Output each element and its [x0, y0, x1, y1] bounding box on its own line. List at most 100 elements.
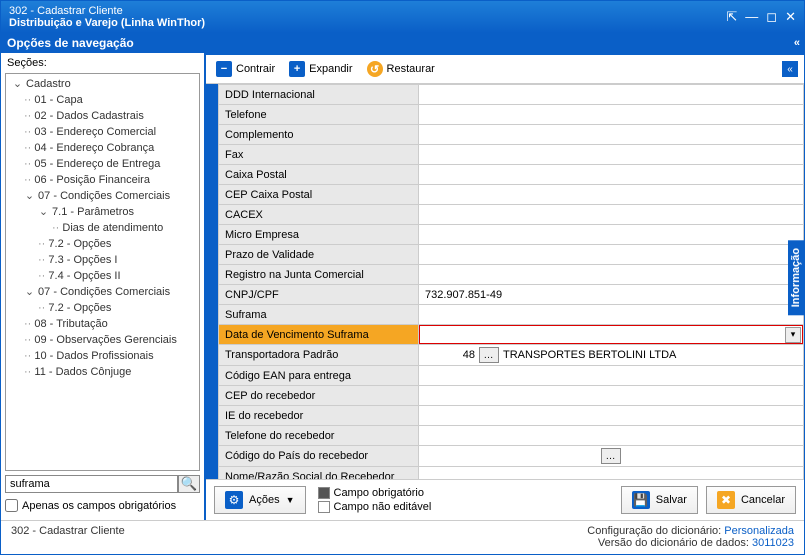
tree-item[interactable]: ·· 04 - Endereço Cobrança [10, 140, 195, 156]
field-value[interactable] [419, 406, 804, 426]
tree-item[interactable]: ·· 05 - Endereço de Entrega [10, 156, 195, 172]
field-value[interactable]: 732.907.851-49 [419, 285, 804, 305]
tree-item[interactable]: ·· 7.2 - Opções [10, 300, 195, 316]
field-value[interactable] [419, 305, 804, 325]
field-value[interactable] [419, 85, 804, 105]
tree-item[interactable]: ·· 08 - Tributação [10, 316, 195, 332]
field-label: Prazo de Validade [219, 245, 419, 265]
field-value[interactable] [419, 105, 804, 125]
field-value[interactable] [419, 245, 804, 265]
field-label: CACEX [219, 205, 419, 225]
grid-row[interactable]: Nome/Razão Social do Recebedor [219, 467, 804, 480]
cancel-icon: ✖ [717, 491, 735, 509]
dict-config-link[interactable]: Personalizada [724, 525, 794, 537]
grid-row[interactable]: Complemento [219, 125, 804, 145]
grid-row[interactable]: Código EAN para entrega [219, 366, 804, 386]
grid-row[interactable]: CEP do recebedor [219, 386, 804, 406]
titlebar: 302 - Cadastrar Cliente Distribuição e V… [1, 1, 804, 33]
tree-item[interactable]: ·· Dias de atendimento [10, 220, 195, 236]
field-value[interactable] [419, 426, 804, 446]
search-button[interactable]: 🔍 [178, 475, 200, 493]
grid-row[interactable]: IE do recebedor [219, 406, 804, 426]
grid-row[interactable]: Telefone [219, 105, 804, 125]
tree-item[interactable]: ·· 06 - Posição Financeira [10, 172, 195, 188]
field-value[interactable] [419, 185, 804, 205]
restaurar-button[interactable]: ↺Restaurar [363, 59, 439, 79]
only-mandatory-checkbox[interactable] [5, 499, 18, 512]
collapse-nav-icon[interactable]: « [794, 37, 798, 49]
plus-icon: + [289, 61, 305, 77]
field-value[interactable] [419, 467, 804, 480]
field-value[interactable] [419, 386, 804, 406]
field-value[interactable] [419, 125, 804, 145]
tree-item[interactable]: ·· 10 - Dados Profissionais [10, 348, 195, 364]
grid-row[interactable]: Telefone do recebedor [219, 426, 804, 446]
search-icon: 🔍 [181, 476, 198, 492]
tree-item[interactable]: ⌄ 7.1 - Parâmetros [10, 204, 195, 220]
grid-row[interactable]: Suframa [219, 305, 804, 325]
expandir-button[interactable]: +Expandir [285, 59, 356, 79]
tree-item[interactable]: ·· 02 - Dados Cadastrais [10, 108, 195, 124]
field-value[interactable] [419, 165, 804, 185]
field-label: Registro na Junta Comercial [219, 265, 419, 285]
grid-scroll[interactable]: DDD InternacionalTelefoneComplementoFaxC… [206, 84, 804, 479]
field-value[interactable]: ▾ [419, 325, 804, 345]
grid-row[interactable]: CNPJ/CPF732.907.851-49 [219, 285, 804, 305]
field-value[interactable] [419, 225, 804, 245]
nav-header: Opções de navegação « [1, 33, 804, 53]
maximize-icon[interactable]: ◻ [766, 9, 777, 25]
lookup-button[interactable]: … [601, 448, 621, 464]
field-label: Telefone [219, 105, 419, 125]
dropdown-icon[interactable]: ▾ [785, 327, 801, 343]
grid-row[interactable]: Micro Empresa [219, 225, 804, 245]
tree-item[interactable]: ·· 7.3 - Opções I [10, 252, 195, 268]
field-label: Suframa [219, 305, 419, 325]
tree-item[interactable]: ⌄ Cadastro [10, 76, 195, 92]
grid-row[interactable]: DDD Internacional [219, 85, 804, 105]
grid-row[interactable]: CEP Caixa Postal [219, 185, 804, 205]
tree-item[interactable]: ·· 7.4 - Opções II [10, 268, 195, 284]
minimize-icon[interactable]: — [745, 9, 758, 25]
tree-item[interactable]: ·· 11 - Dados Cônjuge [10, 364, 195, 380]
active-field-input[interactable] [420, 327, 785, 343]
grid-row[interactable]: Data de Vencimento Suframa▾ [219, 325, 804, 345]
field-value[interactable] [419, 366, 804, 386]
grid-row[interactable]: Transportadora Padrão48…TRANSPORTES BERT… [219, 345, 804, 366]
grid-row[interactable]: CACEX [219, 205, 804, 225]
lookup-button[interactable]: … [479, 347, 499, 363]
info-tab[interactable]: Informação [788, 240, 804, 315]
salvar-button[interactable]: 💾 Salvar [621, 486, 698, 514]
grid-row[interactable]: Fax [219, 145, 804, 165]
tree-item[interactable]: ·· 09 - Observações Gerenciais [10, 332, 195, 348]
tree-item[interactable]: ⌄ 07 - Condições Comerciais [10, 284, 195, 300]
tree-scroll[interactable]: ⌄ Cadastro·· 01 - Capa·· 02 - Dados Cada… [5, 73, 200, 471]
field-label: Telefone do recebedor [219, 426, 419, 446]
tree-item[interactable]: ·· 01 - Capa [10, 92, 195, 108]
grid-row[interactable]: Código do País do recebedor… [219, 446, 804, 467]
close-icon[interactable]: ✕ [785, 9, 796, 25]
nav-header-label: Opções de navegação [7, 36, 134, 50]
field-value[interactable]: … [419, 446, 804, 467]
field-value[interactable] [419, 145, 804, 165]
grid-row[interactable]: Prazo de Validade [219, 245, 804, 265]
field-label: DDD Internacional [219, 85, 419, 105]
field-value[interactable] [419, 265, 804, 285]
tree-item[interactable]: ·· 03 - Endereço Comercial [10, 124, 195, 140]
field-value[interactable] [419, 205, 804, 225]
popout-icon[interactable]: ⇱ [726, 9, 737, 25]
contrair-button[interactable]: −Contrair [212, 59, 279, 79]
acoes-button[interactable]: ⚙ Ações ▼ [214, 486, 306, 514]
field-value[interactable]: 48…TRANSPORTES BERTOLINI LTDA [419, 345, 804, 366]
field-label: IE do recebedor [219, 406, 419, 426]
tree-item[interactable]: ⌄ 07 - Condições Comerciais [10, 188, 195, 204]
cancelar-button[interactable]: ✖ Cancelar [706, 486, 796, 514]
field-label: Nome/Razão Social do Recebedor [219, 467, 419, 480]
tree-item[interactable]: ·· 7.2 - Opções [10, 236, 195, 252]
toolbar: −Contrair +Expandir ↺Restaurar « [206, 55, 804, 84]
search-input[interactable] [5, 475, 178, 493]
collapse-right-icon[interactable]: « [782, 61, 798, 77]
gear-icon: ⚙ [225, 491, 243, 509]
grid-row[interactable]: Registro na Junta Comercial [219, 265, 804, 285]
dict-version-link[interactable]: 3011023 [752, 537, 794, 549]
grid-row[interactable]: Caixa Postal [219, 165, 804, 185]
